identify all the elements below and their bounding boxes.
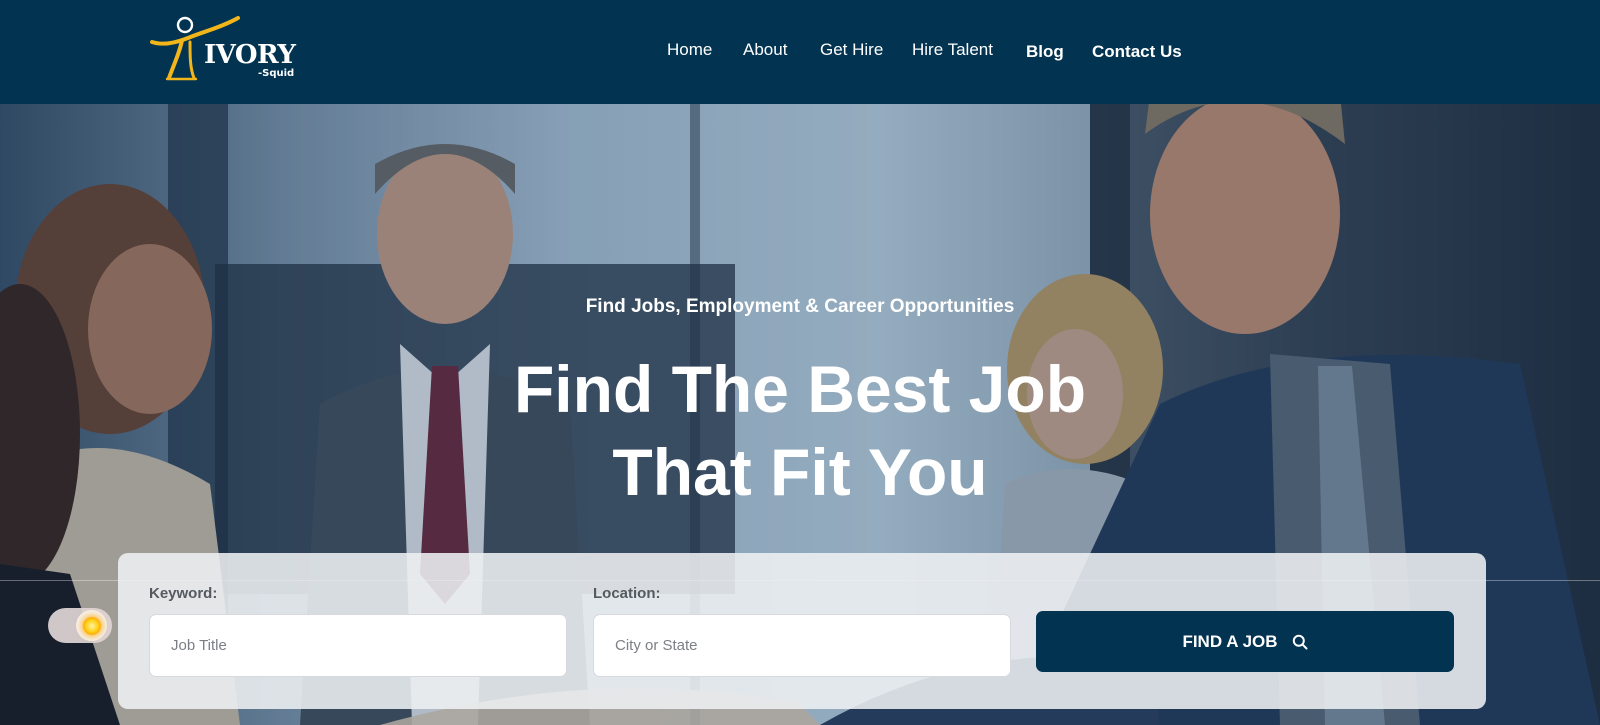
nav-contact-us[interactable]: Contact Us: [1092, 43, 1182, 60]
keyword-input[interactable]: [149, 614, 567, 677]
hero-title: Find The Best Job That Fit You: [0, 348, 1600, 514]
sun-icon: [82, 616, 101, 635]
theme-toggle-knob: [76, 610, 107, 641]
location-input[interactable]: [593, 614, 1011, 677]
hero-title-line-2: That Fit You: [612, 435, 988, 509]
nav-get-hire[interactable]: Get Hire: [820, 41, 883, 58]
theme-toggle[interactable]: [48, 608, 112, 643]
find-a-job-button[interactable]: FIND A JOB: [1036, 611, 1454, 672]
main-nav: Home About Get Hire Hire Talent Blog Con…: [0, 0, 1600, 104]
nav-about[interactable]: About: [743, 41, 787, 58]
site-header: IVORY -Squid Home About Get Hire Hire Ta…: [0, 0, 1600, 104]
nav-blog[interactable]: Blog: [1026, 43, 1064, 60]
keyword-label: Keyword:: [149, 585, 218, 602]
find-a-job-label: FIND A JOB: [1182, 631, 1278, 651]
nav-home[interactable]: Home: [667, 41, 712, 58]
location-label: Location:: [593, 585, 661, 602]
search-icon: [1292, 634, 1308, 649]
hero-title-line-1: Find The Best Job: [513, 352, 1087, 426]
job-search-form: Keyword: Location: FIND A JOB: [118, 553, 1486, 709]
hero-subtitle: Find Jobs, Employment & Career Opportuni…: [585, 296, 1015, 317]
page: IVORY -Squid Home About Get Hire Hire Ta…: [0, 0, 1600, 725]
nav-hire-talent[interactable]: Hire Talent: [912, 41, 993, 58]
